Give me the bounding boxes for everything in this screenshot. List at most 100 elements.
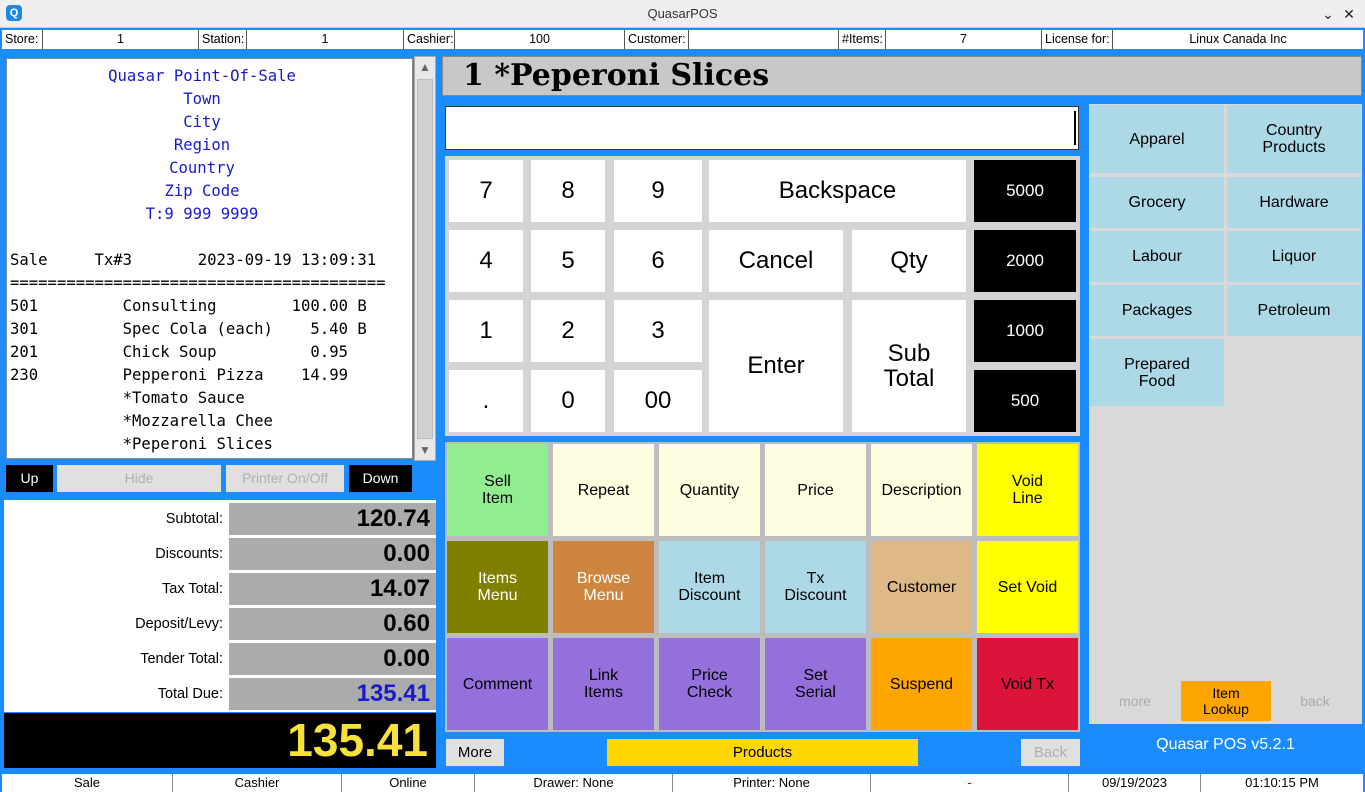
- dept-more-button[interactable]: more: [1109, 681, 1161, 721]
- void-tx-button[interactable]: Void Tx: [977, 638, 1078, 730]
- key-3[interactable]: 3: [614, 300, 702, 362]
- status-mode: Sale: [73, 775, 101, 790]
- item-discount-button[interactable]: Item Discount: [659, 541, 760, 633]
- discounts-value: 0.00: [229, 538, 436, 570]
- key-4[interactable]: 4: [449, 230, 523, 292]
- deposit-value: 0.60: [229, 608, 436, 640]
- cashier-value: 100: [454, 30, 624, 49]
- numeric-keypad: 7 8 9 Backspace 5000 4 5 6 Cancel Qty 20…: [445, 156, 1080, 436]
- dept-prepared-food[interactable]: Prepared Food: [1090, 339, 1224, 406]
- subtotal-value: 120.74: [229, 503, 436, 535]
- cancel-button[interactable]: Cancel: [709, 230, 843, 292]
- cash-5000-button[interactable]: 5000: [974, 160, 1076, 222]
- cash-1000-button[interactable]: 1000: [974, 300, 1076, 362]
- tax-total-value: 14.07: [229, 573, 436, 605]
- current-item-title: 1 *Peperoni Slices: [442, 56, 1362, 96]
- set-void-button[interactable]: Set Void: [977, 541, 1078, 633]
- close-icon[interactable]: ✕: [1338, 3, 1360, 25]
- enter-button[interactable]: Enter: [709, 300, 843, 432]
- key-decimal[interactable]: .: [449, 370, 523, 432]
- dept-liquor[interactable]: Liquor: [1227, 231, 1361, 282]
- dept-country-products[interactable]: Country Products: [1227, 105, 1361, 173]
- status-drawer: Drawer: None: [474, 774, 672, 792]
- receipt-up-button[interactable]: Up: [6, 465, 53, 492]
- receipt-header-line: Region: [173, 136, 231, 154]
- browse-menu-button[interactable]: Browse Menu: [553, 541, 654, 633]
- receipt-line: 301 Spec Cola (each) 5.40 B: [10, 320, 367, 338]
- entry-input[interactable]: [445, 106, 1079, 150]
- cash-500-button[interactable]: 500: [974, 370, 1076, 432]
- subtotal-button[interactable]: Sub Total: [852, 300, 966, 432]
- status-time: 01:10:15 PM: [1200, 774, 1363, 792]
- receipt-header-line: T:9 999 9999: [145, 205, 259, 223]
- comment-button[interactable]: Comment: [447, 638, 548, 730]
- discounts-label: Discounts:: [155, 546, 223, 562]
- backspace-button[interactable]: Backspace: [709, 160, 966, 222]
- total-due-label: Total Due:: [157, 686, 223, 702]
- products-button[interactable]: Products: [607, 739, 918, 766]
- customer-button[interactable]: Customer: [871, 541, 972, 633]
- key-9[interactable]: 9: [614, 160, 702, 222]
- dept-hardware[interactable]: Hardware: [1227, 177, 1361, 228]
- minimize-icon[interactable]: ⌄: [1317, 3, 1339, 25]
- dept-labour[interactable]: Labour: [1090, 231, 1224, 282]
- key-6[interactable]: 6: [614, 230, 702, 292]
- scrollbar-thumb[interactable]: [417, 79, 433, 439]
- dept-back-button[interactable]: back: [1289, 681, 1341, 721]
- item-lookup-button[interactable]: Item Lookup: [1181, 681, 1271, 721]
- key-5[interactable]: 5: [531, 230, 605, 292]
- status-connection: Online: [341, 774, 474, 792]
- link-items-button[interactable]: Link Items: [553, 638, 654, 730]
- key-8[interactable]: 8: [531, 160, 605, 222]
- subtotal-label: Subtotal:: [165, 511, 223, 527]
- key-0[interactable]: 0: [531, 370, 605, 432]
- scroll-down-icon[interactable]: ▼: [415, 441, 435, 459]
- items-menu-button[interactable]: Items Menu: [447, 541, 548, 633]
- repeat-button[interactable]: Repeat: [553, 444, 654, 536]
- receipt-scrollbar[interactable]: ▲ ▼: [414, 56, 436, 461]
- back-button[interactable]: Back: [1021, 739, 1080, 766]
- price-button[interactable]: Price: [765, 444, 866, 536]
- void-line-button[interactable]: Void Line: [977, 444, 1078, 536]
- scroll-up-icon[interactable]: ▲: [415, 58, 435, 76]
- dept-packages[interactable]: Packages: [1090, 285, 1224, 336]
- receipt-panel[interactable]: Quasar Point-Of-Sale Town City Region Co…: [6, 58, 413, 459]
- key-00[interactable]: 00: [614, 370, 702, 432]
- total-due-value: 135.41: [229, 678, 436, 710]
- status-message: -: [870, 774, 1068, 792]
- key-2[interactable]: 2: [531, 300, 605, 362]
- receipt-hide-button[interactable]: Hide: [57, 465, 221, 492]
- status-role: Cashier: [172, 774, 341, 792]
- description-button[interactable]: Description: [871, 444, 972, 536]
- receipt-line: *Tomato Sauce: [10, 389, 245, 407]
- station-label: Station:: [198, 30, 246, 49]
- quantity-button[interactable]: Quantity: [659, 444, 760, 536]
- key-7[interactable]: 7: [449, 160, 523, 222]
- set-serial-button[interactable]: Set Serial: [765, 638, 866, 730]
- version-label: Quasar POS v5.2.1: [1156, 736, 1295, 753]
- window-title: QuasarPOS: [647, 6, 718, 21]
- dept-petroleum[interactable]: Petroleum: [1227, 285, 1361, 336]
- printer-toggle-button[interactable]: Printer On/Off: [226, 465, 344, 492]
- receipt-down-button[interactable]: Down: [349, 465, 412, 492]
- receipt-header-line: Zip Code: [164, 182, 240, 200]
- key-1[interactable]: 1: [449, 300, 523, 362]
- receipt-line: 230 Pepperoni Pizza 14.99: [10, 366, 348, 384]
- license-value: Linux Canada Inc: [1112, 30, 1363, 49]
- tx-discount-button[interactable]: Tx Discount: [765, 541, 866, 633]
- license-label: License for:: [1041, 30, 1112, 49]
- price-check-button[interactable]: Price Check: [659, 638, 760, 730]
- tender-total-label: Tender Total:: [140, 651, 223, 667]
- station-value: 1: [246, 30, 403, 49]
- customer-value: [688, 30, 838, 49]
- store-value: 1: [42, 30, 198, 49]
- dept-grocery[interactable]: Grocery: [1090, 177, 1224, 228]
- suspend-button[interactable]: Suspend: [871, 638, 972, 730]
- more-button[interactable]: More: [446, 739, 504, 766]
- cash-2000-button[interactable]: 2000: [974, 230, 1076, 292]
- dept-apparel[interactable]: Apparel: [1090, 105, 1224, 173]
- tender-total-value: 0.00: [229, 643, 436, 675]
- sell-item-button[interactable]: Sell Item: [447, 444, 548, 536]
- qty-button[interactable]: Qty: [852, 230, 966, 292]
- receipt-line: 201 Chick Soup 0.95: [10, 343, 348, 361]
